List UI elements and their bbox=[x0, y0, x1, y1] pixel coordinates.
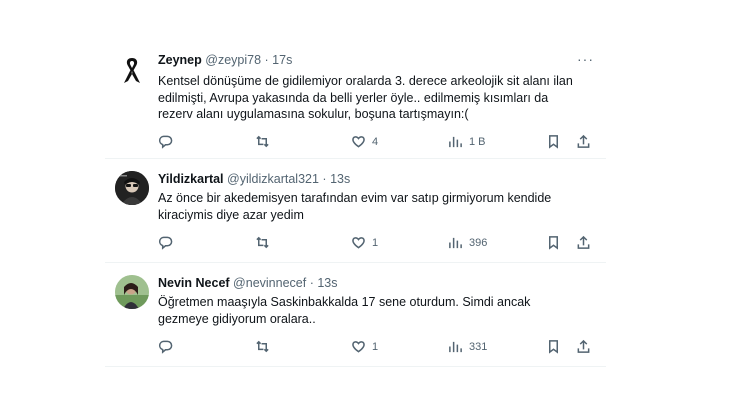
display-name[interactable]: Nevin Necef bbox=[158, 276, 230, 290]
views-button[interactable]: 331 bbox=[448, 339, 487, 354]
share-button[interactable] bbox=[576, 339, 591, 354]
like-button[interactable]: 4 bbox=[351, 134, 378, 149]
like-count: 1 bbox=[372, 340, 379, 353]
reply-button[interactable] bbox=[158, 339, 179, 354]
heart-icon bbox=[352, 237, 365, 249]
analytics-icon bbox=[449, 237, 462, 249]
tweet-header: Yildizkartal @yildizkartal321 · 13s bbox=[158, 171, 350, 187]
timestamp[interactable]: 17s bbox=[272, 53, 292, 67]
like-count: 4 bbox=[372, 135, 379, 148]
display-name[interactable]: Yildizkartal bbox=[158, 172, 224, 186]
tweet-text-line: Az önce bir akedemisyen tarafından evim … bbox=[158, 191, 552, 205]
tweet-text-line: Kentsel dönüşüme de gidilemiyor oralarda… bbox=[158, 74, 573, 88]
tweet[interactable]: Yildizkartal @yildizkartal321 · 13s Az ö… bbox=[105, 159, 606, 263]
black-ribbon-icon bbox=[124, 58, 140, 83]
reply-button[interactable] bbox=[158, 235, 179, 250]
retweet-button[interactable] bbox=[255, 339, 276, 354]
user-handle[interactable]: @zeypi78 bbox=[205, 53, 261, 67]
retweet-icon bbox=[256, 236, 269, 249]
tweet-actions: 1 396 bbox=[158, 235, 598, 253]
tweet-header: Nevin Necef @nevinnecef · 13s bbox=[158, 275, 338, 291]
share-button[interactable] bbox=[576, 134, 591, 149]
reply-icon bbox=[158, 135, 173, 149]
view-count: 396 bbox=[469, 236, 488, 249]
analytics-icon bbox=[449, 341, 462, 353]
tweet[interactable]: Nevin Necef @nevinnecef · 13s Öğretmen m… bbox=[105, 263, 606, 367]
bookmark-button[interactable] bbox=[546, 339, 561, 354]
bookmark-button[interactable] bbox=[546, 134, 561, 149]
tweet-actions: 1 331 bbox=[158, 339, 598, 357]
separator-dot: · bbox=[264, 53, 269, 67]
display-name[interactable]: Zeynep bbox=[158, 53, 202, 67]
heart-icon bbox=[352, 341, 365, 353]
retweet-button[interactable] bbox=[255, 134, 276, 149]
retweet-icon bbox=[256, 340, 269, 353]
share-icon bbox=[577, 339, 590, 353]
heart-icon bbox=[352, 136, 365, 148]
views-button[interactable]: 396 bbox=[448, 235, 487, 250]
separator-dot: · bbox=[309, 276, 314, 290]
tweet-text-line: rezerv alanı uygulamasına sokulur, boşun… bbox=[158, 107, 469, 121]
tweet-text: Az önce bir akedemisyen tarafından evim … bbox=[158, 190, 598, 223]
retweet-icon bbox=[256, 135, 269, 148]
view-count: 1 B bbox=[469, 135, 486, 148]
tweet-text: Öğretmen maaşıyla Saskinbakkalda 17 sene… bbox=[158, 294, 598, 327]
more-options-button[interactable]: ··· bbox=[577, 52, 594, 66]
profile-photo bbox=[115, 171, 149, 205]
analytics-icon bbox=[449, 136, 462, 148]
like-count: 1 bbox=[372, 236, 379, 249]
avatar[interactable] bbox=[115, 275, 149, 309]
tweet-text-line: gezmeye gidiyorum oralara.. bbox=[158, 311, 316, 326]
like-button[interactable]: 1 bbox=[351, 339, 378, 354]
separator-dot: · bbox=[322, 172, 327, 186]
share-icon bbox=[577, 235, 590, 249]
bookmark-icon bbox=[549, 340, 558, 354]
tweet-actions: 4 1 B bbox=[158, 134, 598, 152]
retweet-button[interactable] bbox=[255, 235, 276, 250]
user-handle[interactable]: @nevinnecef bbox=[233, 276, 306, 290]
views-button[interactable]: 1 B bbox=[448, 134, 486, 149]
tweet-feed: Zeynep @zeypi78 · 17s ··· Kentsel dönüşü… bbox=[105, 38, 606, 367]
share-button[interactable] bbox=[576, 235, 591, 250]
share-icon bbox=[577, 134, 590, 148]
view-count: 331 bbox=[469, 340, 488, 353]
bookmark-button[interactable] bbox=[546, 235, 561, 250]
reply-icon bbox=[158, 340, 173, 354]
avatar[interactable] bbox=[115, 53, 149, 87]
tweet-header: Zeynep @zeypi78 · 17s bbox=[158, 52, 292, 68]
avatar[interactable] bbox=[115, 171, 149, 205]
reply-button[interactable] bbox=[158, 134, 179, 149]
profile-photo bbox=[115, 275, 149, 309]
like-button[interactable]: 1 bbox=[351, 235, 378, 250]
tweet-text-line: edilmişti, Avrupa yakasında da belli yer… bbox=[158, 90, 549, 105]
timestamp[interactable]: 13s bbox=[317, 276, 337, 290]
tweet[interactable]: Zeynep @zeypi78 · 17s ··· Kentsel dönüşü… bbox=[105, 38, 606, 159]
bookmark-icon bbox=[549, 236, 558, 250]
tweet-text: Kentsel dönüşüme de gidilemiyor oralarda… bbox=[158, 73, 598, 123]
user-handle[interactable]: @yildizkartal321 bbox=[227, 172, 319, 186]
reply-icon bbox=[158, 236, 173, 250]
tweet-text-line: Öğretmen maaşıyla Saskinbakkalda 17 sene… bbox=[158, 295, 531, 309]
bookmark-icon bbox=[549, 135, 558, 149]
tweet-text-line: kiraciymis diye azar yedim bbox=[158, 207, 304, 222]
timestamp[interactable]: 13s bbox=[330, 172, 350, 186]
